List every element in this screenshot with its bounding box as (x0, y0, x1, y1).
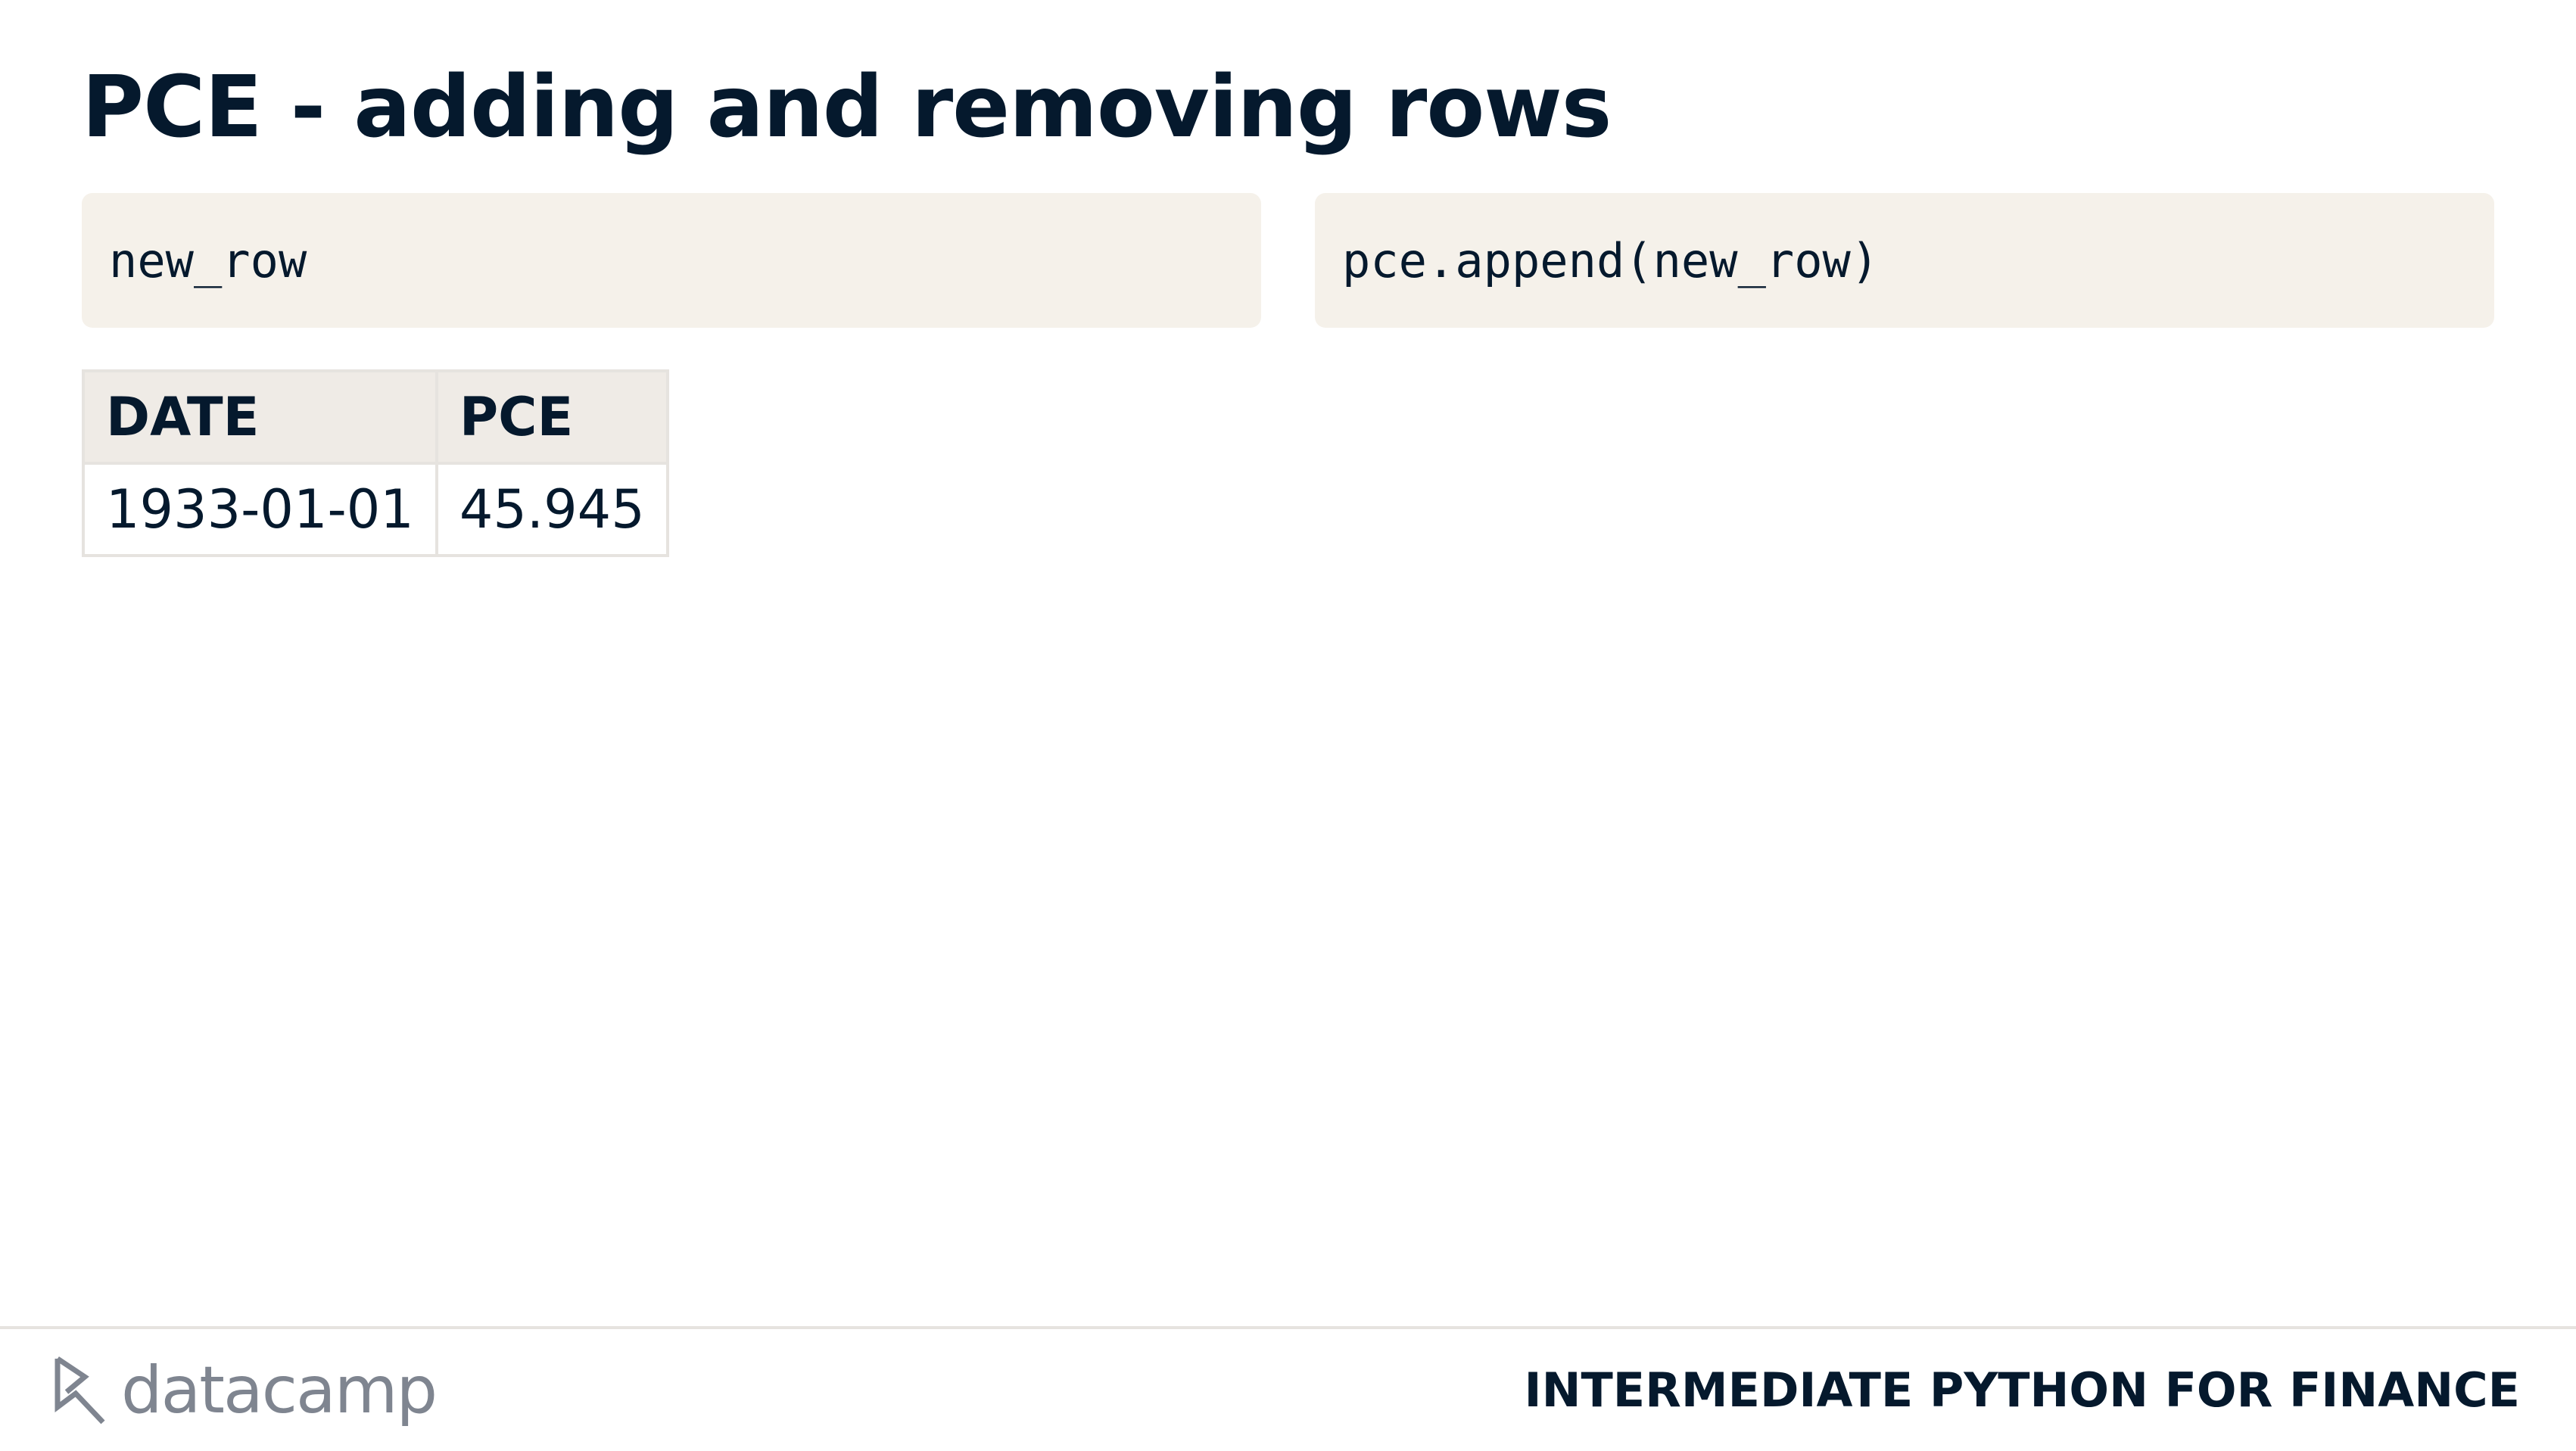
footer-divider (0, 1326, 2576, 1329)
table-header-row: DATE PCE (82, 369, 669, 465)
slide-title: PCE - adding and removing rows (82, 58, 1612, 157)
table-row: 1933-01-01 45.945 (82, 462, 669, 557)
column-header-date: DATE (82, 369, 438, 465)
column-header-pce: PCE (435, 369, 669, 465)
code-block-append: pce.append(new_row) (1315, 193, 2494, 328)
datacamp-logo: datacamp (53, 1349, 438, 1432)
code-block-new-row: new_row (82, 193, 1261, 328)
datacamp-logo-icon (55, 1356, 105, 1425)
logo-wordmark: datacamp (121, 1353, 438, 1428)
table-cell-date: 1933-01-01 (82, 462, 438, 557)
code-text: pce.append(new_row) (1342, 232, 1880, 288)
code-text: new_row (109, 232, 307, 288)
course-name: INTERMEDIATE PYTHON FOR FINANCE (1524, 1362, 2520, 1418)
table-cell-pce: 45.945 (435, 462, 669, 557)
dataframe-table: DATE PCE 1933-01-01 45.945 (82, 369, 669, 557)
